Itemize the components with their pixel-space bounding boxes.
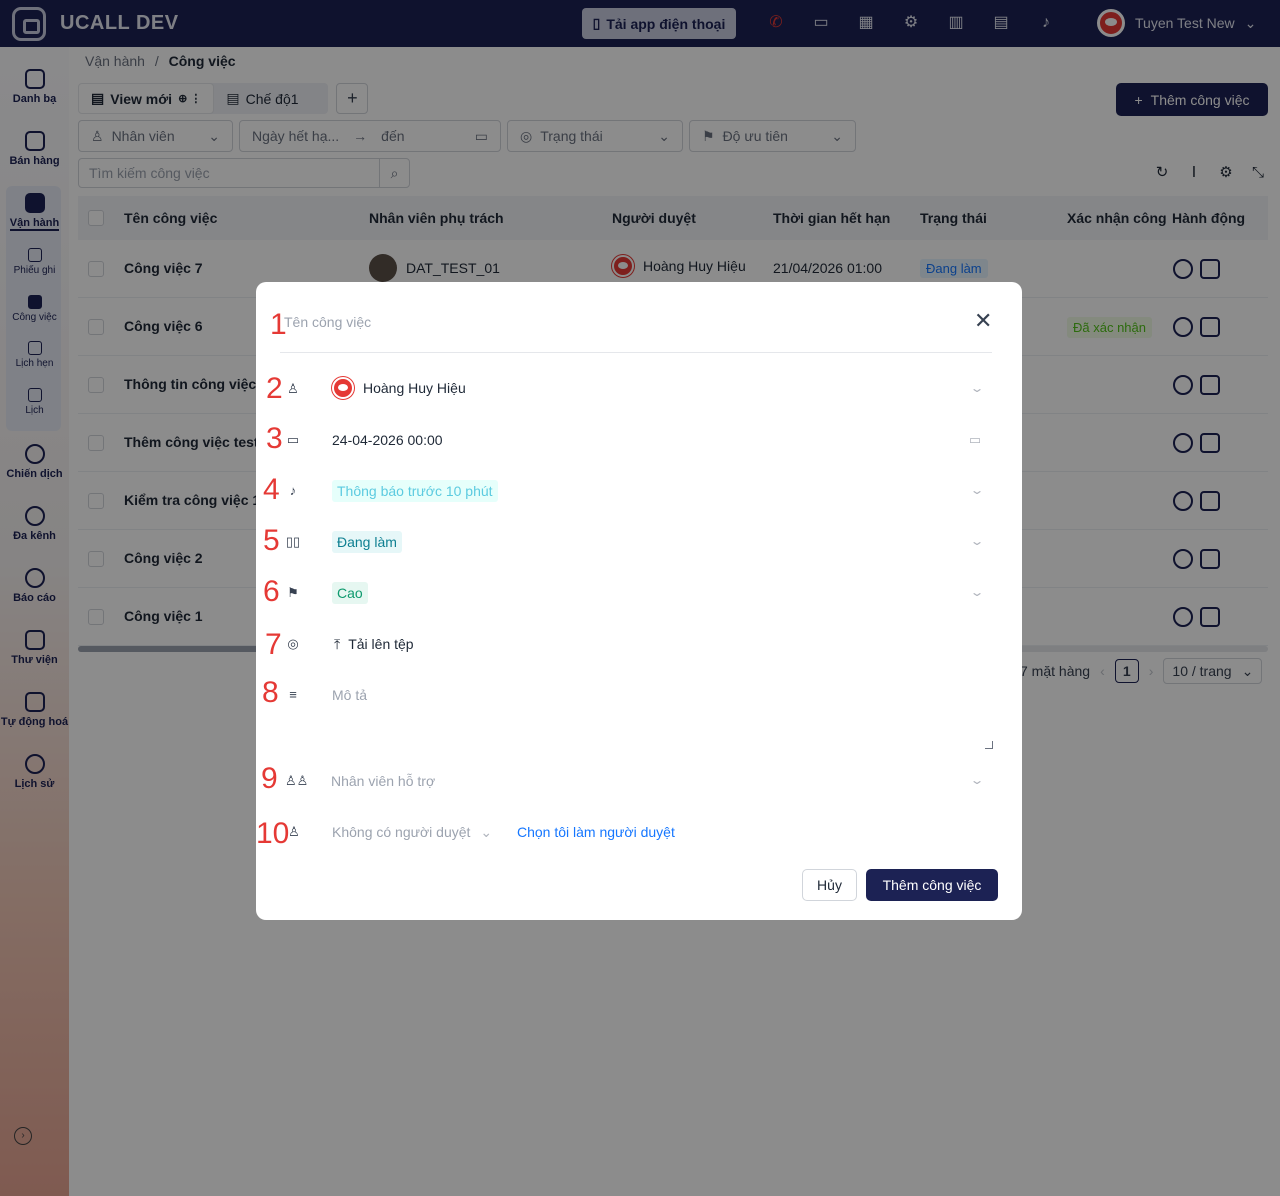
annotation-number: 2 [266,372,283,405]
support-staff-select[interactable]: Nhân viên hỗ trợ [331,773,435,789]
chevron-down-icon: ⌄ [969,534,985,548]
annotation-number: 4 [263,473,280,506]
flag-icon: ⚑ [287,585,299,600]
upload-label: Tải lên tệp [348,636,414,652]
annotation-number: 5 [263,524,280,557]
annotation-number: 7 [265,628,282,661]
chevron-down-icon: ⌄ [969,381,985,395]
chevron-down-icon: ⌄ [969,773,985,787]
annotation-number: 6 [263,575,280,608]
title-divider [280,352,992,353]
close-icon[interactable]: ✕ [974,310,992,332]
users-icon: ♙♙ [285,773,309,788]
annotation-number: 8 [262,676,279,709]
app-root: UCALL DEV ▯ Tải app điện thoại ✆ ▭ ▦ ⚙ ▥… [0,0,1280,1196]
cancel-button[interactable]: Hủy [802,869,857,901]
kanban-icon: ▯▯ [285,534,301,549]
annotation-number: 10 [256,817,290,850]
chevron-down-icon: ⌄ [480,824,493,840]
annotation-number: 9 [261,762,278,795]
approver-select[interactable]: Không có người duyệt ⌄ [332,824,492,841]
deadline-input[interactable]: 24-04-2026 00:00 [332,432,443,448]
assignee-select[interactable]: Hoàng Huy Hiệu [332,377,466,399]
chevron-down-icon: ⌄ [969,585,985,599]
priority-select[interactable]: Cao [332,582,368,604]
calendar-icon: ▭ [968,432,982,447]
user-icon: ♙ [287,381,299,396]
calendar-icon: ▭ [286,432,300,447]
add-task-modal: 1 Tên công việc ✕ 2 ♙ Hoàng Huy Hiệu ⌄ 3… [256,282,1022,920]
text-align-icon: ≡ [289,687,297,702]
set-me-as-approver-link[interactable]: Chọn tôi làm người duyệt [517,824,675,840]
assignee-avatar [332,377,354,399]
upload-icon: ⤒ [334,635,341,652]
attachment-icon: ◎ [287,636,299,651]
approver-value: Không có người duyệt [332,824,471,840]
submit-task-button[interactable]: Thêm công việc [866,869,998,901]
task-name-input[interactable]: Tên công việc [284,314,371,330]
description-textarea[interactable]: Mô tả [332,687,367,703]
chevron-down-icon: ⌄ [969,483,985,497]
reminder-select[interactable]: Thông báo trước 10 phút [332,480,498,502]
bell-icon: ♪ [289,483,297,498]
assignee-value: Hoàng Huy Hiệu [363,380,466,396]
status-select[interactable]: Đang làm [332,531,402,553]
upload-file-button[interactable]: ⤒ Tải lên tệp [324,629,424,659]
approver-icon: ♙ [288,824,300,839]
annotation-number: 3 [266,422,283,455]
resize-handle-icon[interactable] [985,741,993,749]
